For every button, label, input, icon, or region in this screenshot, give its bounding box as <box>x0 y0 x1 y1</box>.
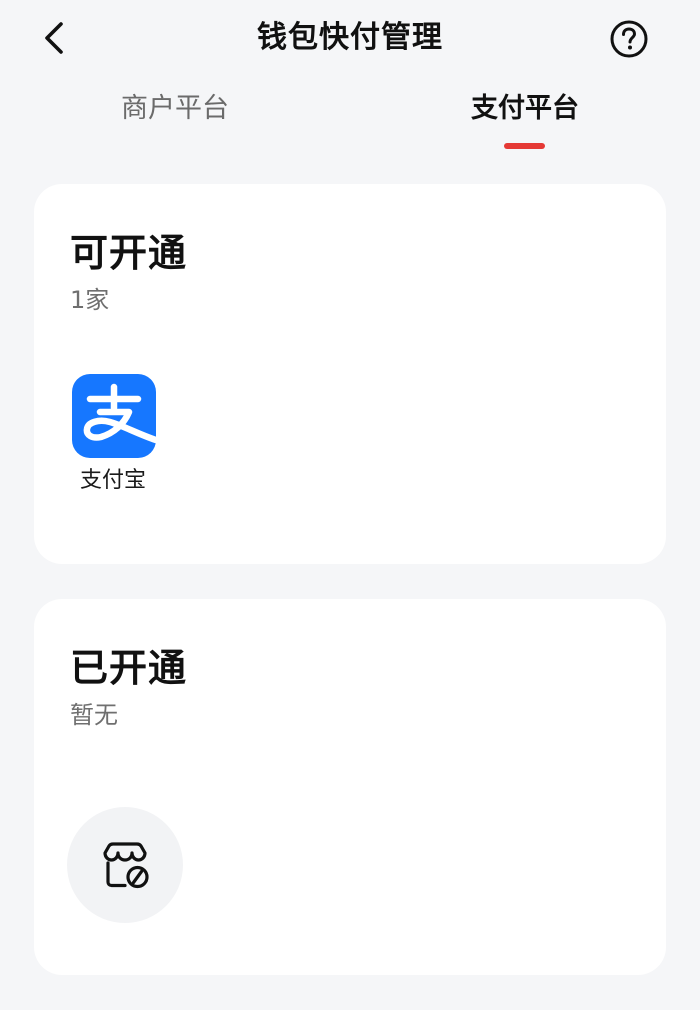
empty-placeholder <box>67 807 183 923</box>
help-button[interactable] <box>609 19 649 59</box>
tab-merchant-platform[interactable]: 商户平台 <box>121 86 229 132</box>
provider-alipay[interactable]: 支付宝 <box>72 374 158 493</box>
question-circle-icon <box>610 20 648 58</box>
active-tab-indicator <box>504 143 545 149</box>
provider-name: 支付宝 <box>79 468 146 493</box>
header: 钱包快付管理 <box>0 0 700 80</box>
opened-section-title: 已开通 <box>70 646 188 690</box>
alipay-icon <box>72 374 156 458</box>
available-section-title: 可开通 <box>70 231 188 275</box>
tab-payment-platform[interactable]: 支付平台 <box>471 86 579 132</box>
tab-bar: 商户平台 支付平台 <box>0 86 700 156</box>
available-count: 1家 <box>70 286 110 314</box>
opened-status: 暂无 <box>70 701 118 729</box>
available-card: 可开通 1家 支付宝 <box>34 184 666 564</box>
opened-card: 已开通 暂无 <box>34 599 666 975</box>
store-disabled-icon <box>103 842 149 889</box>
page-title: 钱包快付管理 <box>257 20 443 55</box>
